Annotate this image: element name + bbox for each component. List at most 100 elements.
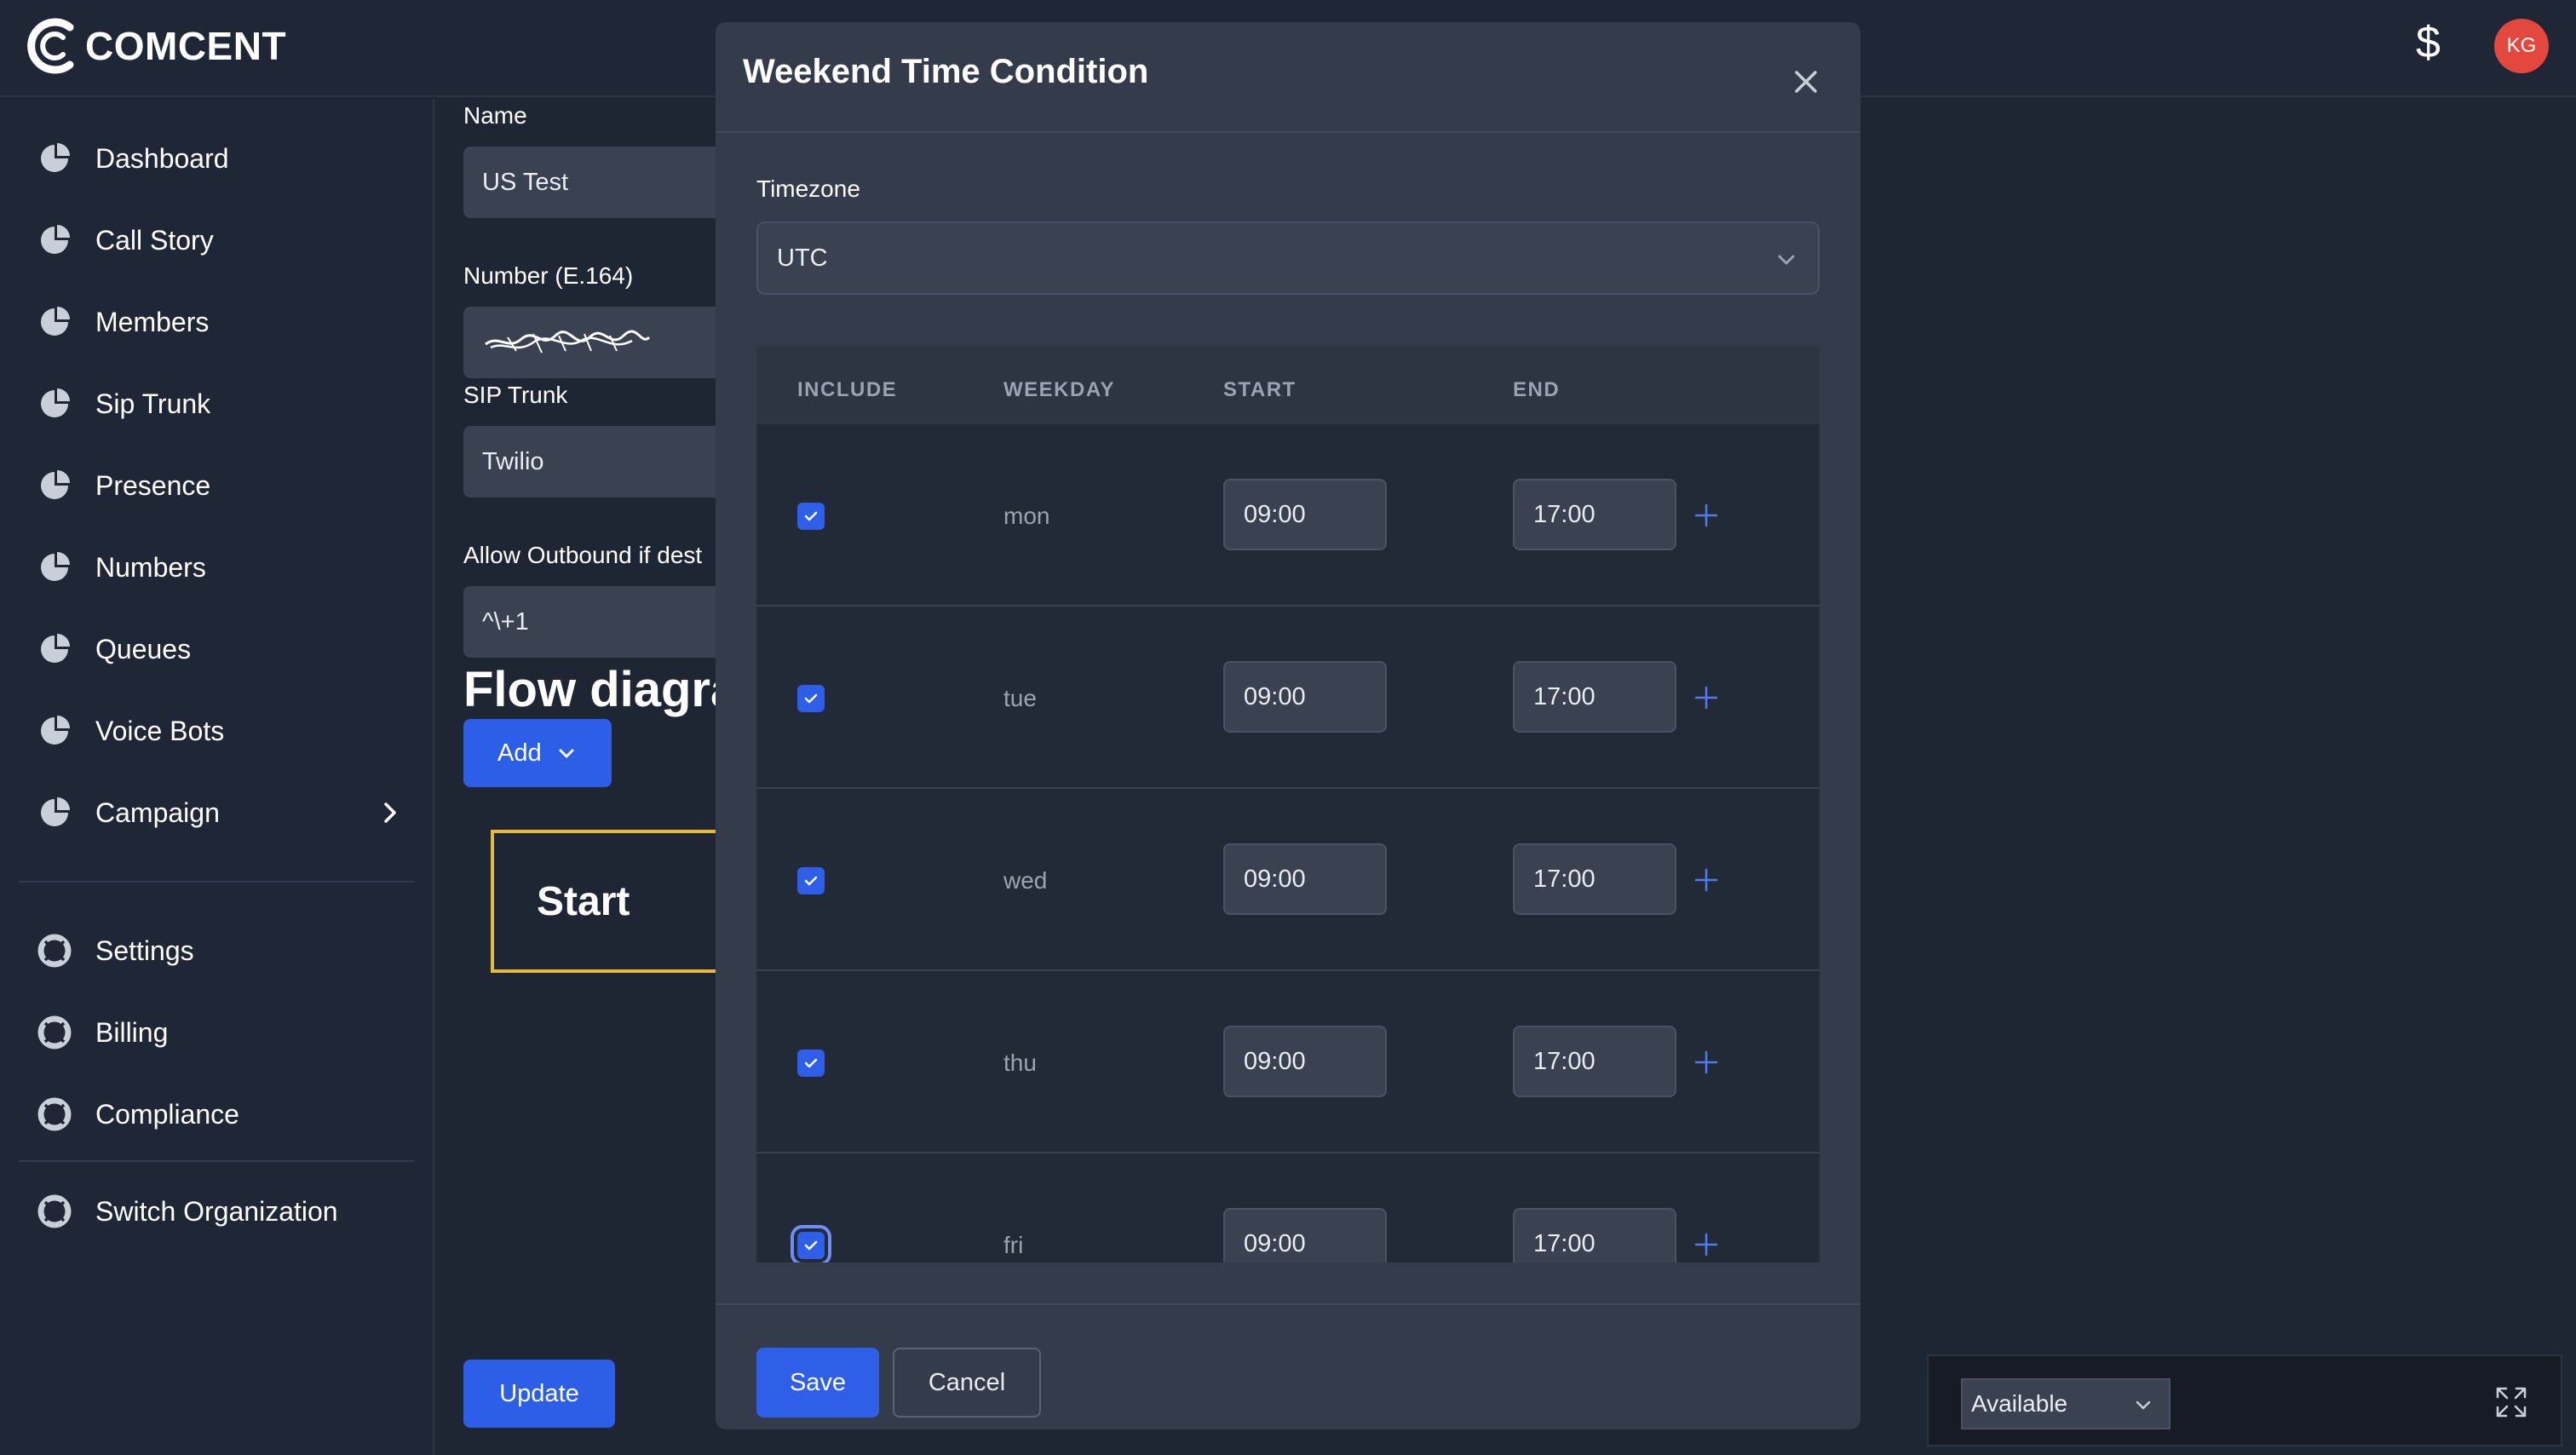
end-time-input[interactable]: 17:00 [1513,479,1676,550]
start-time-input[interactable]: 09:00 [1223,1026,1387,1097]
chevron-down-icon [1778,255,1795,265]
start-time-input[interactable]: 09:00 [1223,661,1387,733]
table-row: tue 09:00 17:00 [756,607,1820,789]
redacted-number-scribble [485,330,651,354]
name-label: Name [463,102,527,129]
sidebar-item-switch-organization[interactable]: Switch Organization [37,1186,404,1237]
start-node[interactable]: Start [491,830,717,973]
billing-dollar-icon[interactable]: $ [2416,17,2441,68]
column-header-weekday: WEEKDAY [1003,378,1115,401]
add-button-label: Add [497,739,542,767]
sidebar-item-campaign[interactable]: Campaign [37,787,404,838]
sidebar-item-queues[interactable]: Queues [37,624,404,675]
weekday-schedule-table: INCLUDE WEEKDAY START END mon 09:00 17:0… [756,346,1820,1262]
number-input[interactable] [463,307,717,378]
column-header-end: END [1513,378,1561,401]
end-time-input[interactable]: 17:00 [1513,1208,1676,1262]
checkmark-icon [804,693,818,704]
update-button[interactable]: Update [463,1360,615,1428]
sidebar-item-call-story[interactable]: Call Story [37,215,404,266]
sidebar-item-label: Numbers [95,551,206,583]
name-input[interactable]: US Test [463,147,717,218]
table-row: mon 09:00 17:00 [756,424,1820,607]
avatar[interactable]: KG [2494,19,2549,73]
include-checkbox[interactable] [797,503,825,530]
flow-diagram-title: Flow diagra [463,662,717,717]
pie-chart-icon [41,716,70,745]
end-time-input[interactable]: 17:00 [1513,843,1676,915]
sidebar-item-members[interactable]: Members [37,296,404,348]
chevron-down-icon [559,749,574,758]
sip-trunk-select[interactable]: Twilio [463,426,717,497]
sidebar-item-presence[interactable]: Presence [37,460,404,511]
chevron-right-icon[interactable] [377,799,404,826]
agent-status-value: Available [1971,1390,2068,1417]
cancel-button[interactable]: Cancel [893,1348,1041,1418]
timezone-label: Timezone [756,175,860,202]
include-checkbox[interactable] [797,1232,825,1259]
sidebar-item-voice-bots[interactable]: Voice Bots [37,705,404,756]
plus-icon[interactable] [1693,1050,1719,1075]
close-icon[interactable] [1789,65,1823,99]
number-form: Name US Test Number (E.164) SIP Trunk Tw… [436,99,717,1455]
checkmark-icon [804,876,818,886]
table-row: fri 09:00 17:00 [756,1153,1820,1262]
lifebuoy-icon [37,1194,72,1228]
logo[interactable]: COMCENT [26,15,286,77]
end-time-input[interactable]: 17:00 [1513,1026,1676,1097]
sidebar-item-label: Settings [95,935,194,966]
pie-chart-icon [41,470,70,499]
plus-icon[interactable] [1693,867,1719,893]
timezone-select[interactable]: UTC [756,221,1820,295]
sidebar-item-label: Call Story [95,224,214,256]
sip-trunk-label: SIP Trunk [463,382,568,408]
pie-chart-icon [41,634,70,663]
weekday-label: mon [1003,503,1050,529]
include-checkbox[interactable] [797,685,825,712]
logo-text: COMCENT [85,24,287,68]
sidebar-item-numbers[interactable]: Numbers [37,542,404,593]
save-button[interactable]: Save [756,1348,879,1418]
sidebar-item-compliance[interactable]: Compliance [37,1089,404,1140]
include-checkbox[interactable] [797,867,825,894]
include-checkbox[interactable] [797,1050,825,1077]
sidebar-item-sip-trunk[interactable]: Sip Trunk [37,378,404,429]
weekend-time-condition-modal: Weekend Time Condition Timezone UTC INCL… [716,22,1860,1429]
timezone-value: UTC [777,244,828,272]
sidebar-item-label: Billing [95,1016,169,1048]
pie-chart-icon [41,552,70,581]
column-header-include: INCLUDE [797,378,898,401]
pie-chart-icon [41,797,70,826]
agent-status-panel: Available [1927,1354,2562,1446]
modal-title: Weekend Time Condition [743,53,1149,90]
pie-chart-icon [41,143,70,172]
sidebar-item-billing[interactable]: Billing [37,1007,404,1058]
checkmark-icon [804,511,818,521]
start-time-input[interactable]: 09:00 [1223,479,1387,550]
table-row: wed 09:00 17:00 [756,789,1820,971]
plus-icon[interactable] [1693,1232,1719,1257]
sidebar-item-settings[interactable]: Settings [37,925,404,976]
column-header-start: START [1223,378,1297,401]
plus-icon[interactable] [1693,685,1719,710]
modal-header: Weekend Time Condition [716,22,1860,133]
chevron-down-icon [2136,1400,2151,1410]
allow-outbound-input[interactable]: ^\+1 [463,586,717,658]
add-node-button[interactable]: Add [463,719,612,787]
number-label: Number (E.164) [463,262,634,289]
checkmark-icon [804,1240,818,1251]
end-time-input[interactable]: 17:00 [1513,661,1676,733]
weekday-label: thu [1003,1050,1037,1076]
sidebar-item-dashboard[interactable]: Dashboard [37,133,404,184]
plus-icon[interactable] [1693,503,1719,528]
expand-icon[interactable] [2494,1385,2528,1419]
start-time-input[interactable]: 09:00 [1223,843,1387,915]
sidebar-item-label: Presence [95,469,211,501]
sidebar-item-label: Sip Trunk [95,388,211,419]
sidebar-item-label: Queues [95,633,192,664]
lifebuoy-icon [37,934,72,968]
agent-status-select[interactable]: Available [1961,1378,2171,1429]
weekday-label: tue [1003,685,1037,711]
start-time-input[interactable]: 09:00 [1223,1208,1387,1262]
lifebuoy-icon [37,1015,72,1050]
